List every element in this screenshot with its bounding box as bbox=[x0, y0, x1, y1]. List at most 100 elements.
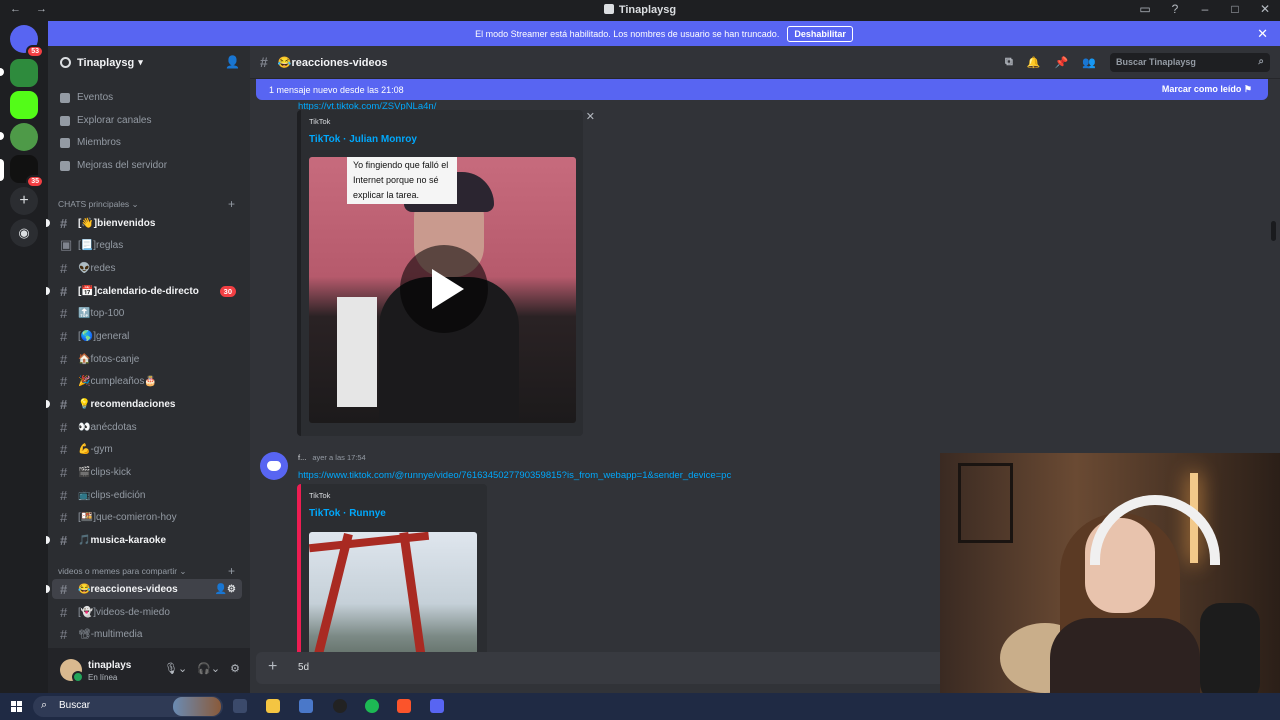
calendar-icon bbox=[60, 92, 70, 103]
channel-reacciones-videos[interactable]: # 😂reacciones-videos 👤⚙ bbox=[46, 579, 242, 599]
taskbar-search[interactable]: ⌕ Buscar bbox=[33, 696, 223, 717]
chevron-down-icon: ▾ bbox=[138, 57, 143, 67]
video-thumbnail[interactable]: Yo fingiendo que falló el Internet porqu… bbox=[309, 157, 576, 423]
pin-icon[interactable]: 📌 bbox=[1055, 56, 1069, 69]
threads-icon[interactable]: ⧉ bbox=[1005, 56, 1013, 69]
channel-label: 🏠fotos-canje bbox=[78, 353, 140, 365]
channel-anecdotas[interactable]: # 👀anécdotas bbox=[52, 417, 242, 437]
obs-icon[interactable] bbox=[333, 699, 347, 713]
hash-icon: # bbox=[60, 419, 68, 435]
author-name[interactable]: f... bbox=[298, 453, 306, 462]
avatar[interactable] bbox=[60, 659, 84, 683]
bell-icon[interactable]: 🔔 bbox=[1027, 56, 1041, 69]
server-header[interactable]: Tinaplaysg ▾ 👤 bbox=[48, 46, 250, 79]
members-icon[interactable]: 👥 bbox=[1082, 56, 1096, 69]
mark-as-read-button[interactable]: Marcar como leído ⚑ bbox=[1162, 84, 1252, 95]
channel-general[interactable]: # [🌎]general bbox=[52, 326, 242, 346]
channel-recomendaciones[interactable]: # 💡recomendaciones bbox=[46, 394, 242, 414]
channel-videos-de-miedo[interactable]: # [👻]videos-de-miedo bbox=[52, 602, 242, 622]
maximize-button[interactable]: □ bbox=[1228, 2, 1242, 16]
app-icon[interactable] bbox=[299, 699, 313, 713]
hash-icon: # bbox=[60, 604, 68, 620]
person-add-icon[interactable]: 👤 bbox=[225, 55, 240, 69]
channel-cumpleanos[interactable]: # 🎉cumpleaños🎂 bbox=[52, 371, 242, 391]
unread-pip bbox=[46, 400, 50, 408]
message-composer[interactable]: + 5d bbox=[256, 652, 946, 684]
video-thumbnail[interactable] bbox=[309, 532, 477, 662]
channel-label: 🔝top-100 bbox=[78, 307, 125, 319]
add-server-icon[interactable]: + bbox=[10, 187, 38, 215]
server-icon-kick[interactable] bbox=[10, 91, 38, 119]
help-icon[interactable]: ? bbox=[1168, 2, 1182, 16]
hash-icon: # bbox=[60, 532, 68, 548]
headphones-icon[interactable]: 🎧⌄ bbox=[197, 662, 220, 675]
spotify-icon[interactable] bbox=[365, 699, 379, 713]
server-boost-item[interactable]: Mejoras del servidor bbox=[60, 160, 167, 171]
close-icon[interactable]: ✕ bbox=[586, 110, 595, 123]
hash-icon: # bbox=[60, 626, 68, 642]
channel-clips-kick[interactable]: # 🎬clips-kick bbox=[52, 462, 242, 482]
channel-multimedia[interactable]: # 📽-multimedia bbox=[52, 624, 242, 644]
server-icon-tinaplaysg[interactable]: 35 bbox=[10, 155, 44, 188]
channel-musica-karaoke[interactable]: # 🎵musica-karaoke bbox=[46, 530, 242, 550]
category-chats-principales[interactable]: CHATS principales ⌄ + bbox=[58, 197, 235, 211]
direct-messages-button[interactable]: 53 bbox=[10, 25, 44, 58]
channel-gym[interactable]: # 💪-gym bbox=[52, 439, 242, 459]
file-explorer-icon[interactable] bbox=[266, 699, 280, 713]
message-link[interactable]: https://www.tiktok.com/@runnye/video/761… bbox=[298, 465, 731, 483]
channel-top-100[interactable]: # 🔝top-100 bbox=[52, 303, 242, 323]
task-view-icon[interactable] bbox=[233, 699, 247, 713]
hash-icon: # bbox=[60, 260, 68, 276]
streamer-mode-banner: El modo Streamer está habilitado. Los no… bbox=[48, 21, 1280, 46]
timestamp: ayer a las 17:54 bbox=[312, 453, 366, 462]
channel-que-comieron-hoy[interactable]: # [🍱]que-comieron-hoy bbox=[52, 507, 242, 527]
close-window-button[interactable]: ✕ bbox=[1258, 2, 1272, 16]
hash-icon: # bbox=[60, 396, 68, 412]
channel-actions[interactable]: 👤⚙ bbox=[215, 584, 236, 595]
server-rail: 53 35 + ◉ bbox=[0, 21, 48, 693]
server-icon-1[interactable] bbox=[10, 59, 38, 87]
add-attachment-icon[interactable]: + bbox=[268, 658, 277, 676]
scrollbar-thumb[interactable] bbox=[1271, 221, 1276, 241]
category-videos-memes[interactable]: videos o memes para compartir ⌄ + bbox=[58, 564, 235, 578]
add-channel-icon[interactable]: + bbox=[228, 564, 235, 578]
members-item[interactable]: Miembros bbox=[60, 137, 121, 148]
embed-title[interactable]: TikTok · Julian Monroy bbox=[309, 134, 417, 145]
search-input[interactable]: Buscar Tinaplaysg ⌕ bbox=[1110, 53, 1270, 72]
disable-streamer-button[interactable]: Deshabilitar bbox=[787, 25, 853, 42]
minimize-button[interactable]: – bbox=[1198, 2, 1212, 16]
windows-start-icon[interactable] bbox=[11, 701, 22, 712]
gear-icon[interactable]: ⚙ bbox=[230, 662, 240, 675]
server-icon-3[interactable] bbox=[10, 123, 38, 151]
channel-fotos-canje[interactable]: # 🏠fotos-canje bbox=[52, 349, 242, 369]
discord-taskbar-icon[interactable] bbox=[430, 699, 444, 713]
events-item[interactable]: Eventos bbox=[60, 92, 113, 103]
browse-channels-item[interactable]: Explorar canales bbox=[60, 115, 151, 126]
play-icon[interactable] bbox=[400, 245, 488, 333]
browse-icon bbox=[60, 115, 70, 126]
brave-icon[interactable] bbox=[397, 699, 411, 713]
channel-label: 😂reacciones-videos bbox=[78, 583, 178, 595]
link-text[interactable]: https://www.tiktok.com/@runnye/video/761… bbox=[298, 470, 731, 481]
channel-header: # 😂reacciones-videos ⧉ 🔔 📌 👥 Buscar Tina… bbox=[250, 46, 1280, 79]
channel-label: [🍱]que-comieron-hoy bbox=[78, 511, 177, 523]
inbox-icon[interactable]: ▭ bbox=[1138, 2, 1152, 16]
add-channel-icon[interactable]: + bbox=[228, 197, 235, 211]
composer-text[interactable]: 5d bbox=[298, 662, 309, 673]
channel-calendario-de-directo[interactable]: # [📅]calendario-de-directo 30 bbox=[46, 281, 242, 301]
channel-clips-edicion[interactable]: # 📺clips-edición bbox=[52, 485, 242, 505]
discover-icon[interactable]: ◉ bbox=[10, 219, 38, 247]
avatar[interactable] bbox=[260, 452, 288, 480]
server-name: Tinaplaysg bbox=[77, 56, 135, 69]
channel-label: 🎵musica-karaoke bbox=[78, 534, 167, 546]
category-label: videos o memes para compartir bbox=[58, 566, 178, 576]
header-icons: ⧉ 🔔 📌 👥 bbox=[1005, 56, 1096, 69]
channel-reglas[interactable]: ▣ [📃]reglas bbox=[52, 235, 242, 255]
search-highlight-image bbox=[173, 697, 221, 716]
close-icon[interactable]: ✕ bbox=[1257, 26, 1268, 42]
channel-bienvenidos[interactable]: # [👋]bienvenidos bbox=[46, 213, 242, 233]
channel-label: [📅]calendario-de-directo bbox=[78, 285, 199, 297]
embed-title[interactable]: TikTok · Runnye bbox=[309, 508, 386, 519]
channel-redes[interactable]: # 👽redes bbox=[52, 258, 242, 278]
microphone-icon[interactable]: 🎙⌄ bbox=[164, 662, 187, 675]
